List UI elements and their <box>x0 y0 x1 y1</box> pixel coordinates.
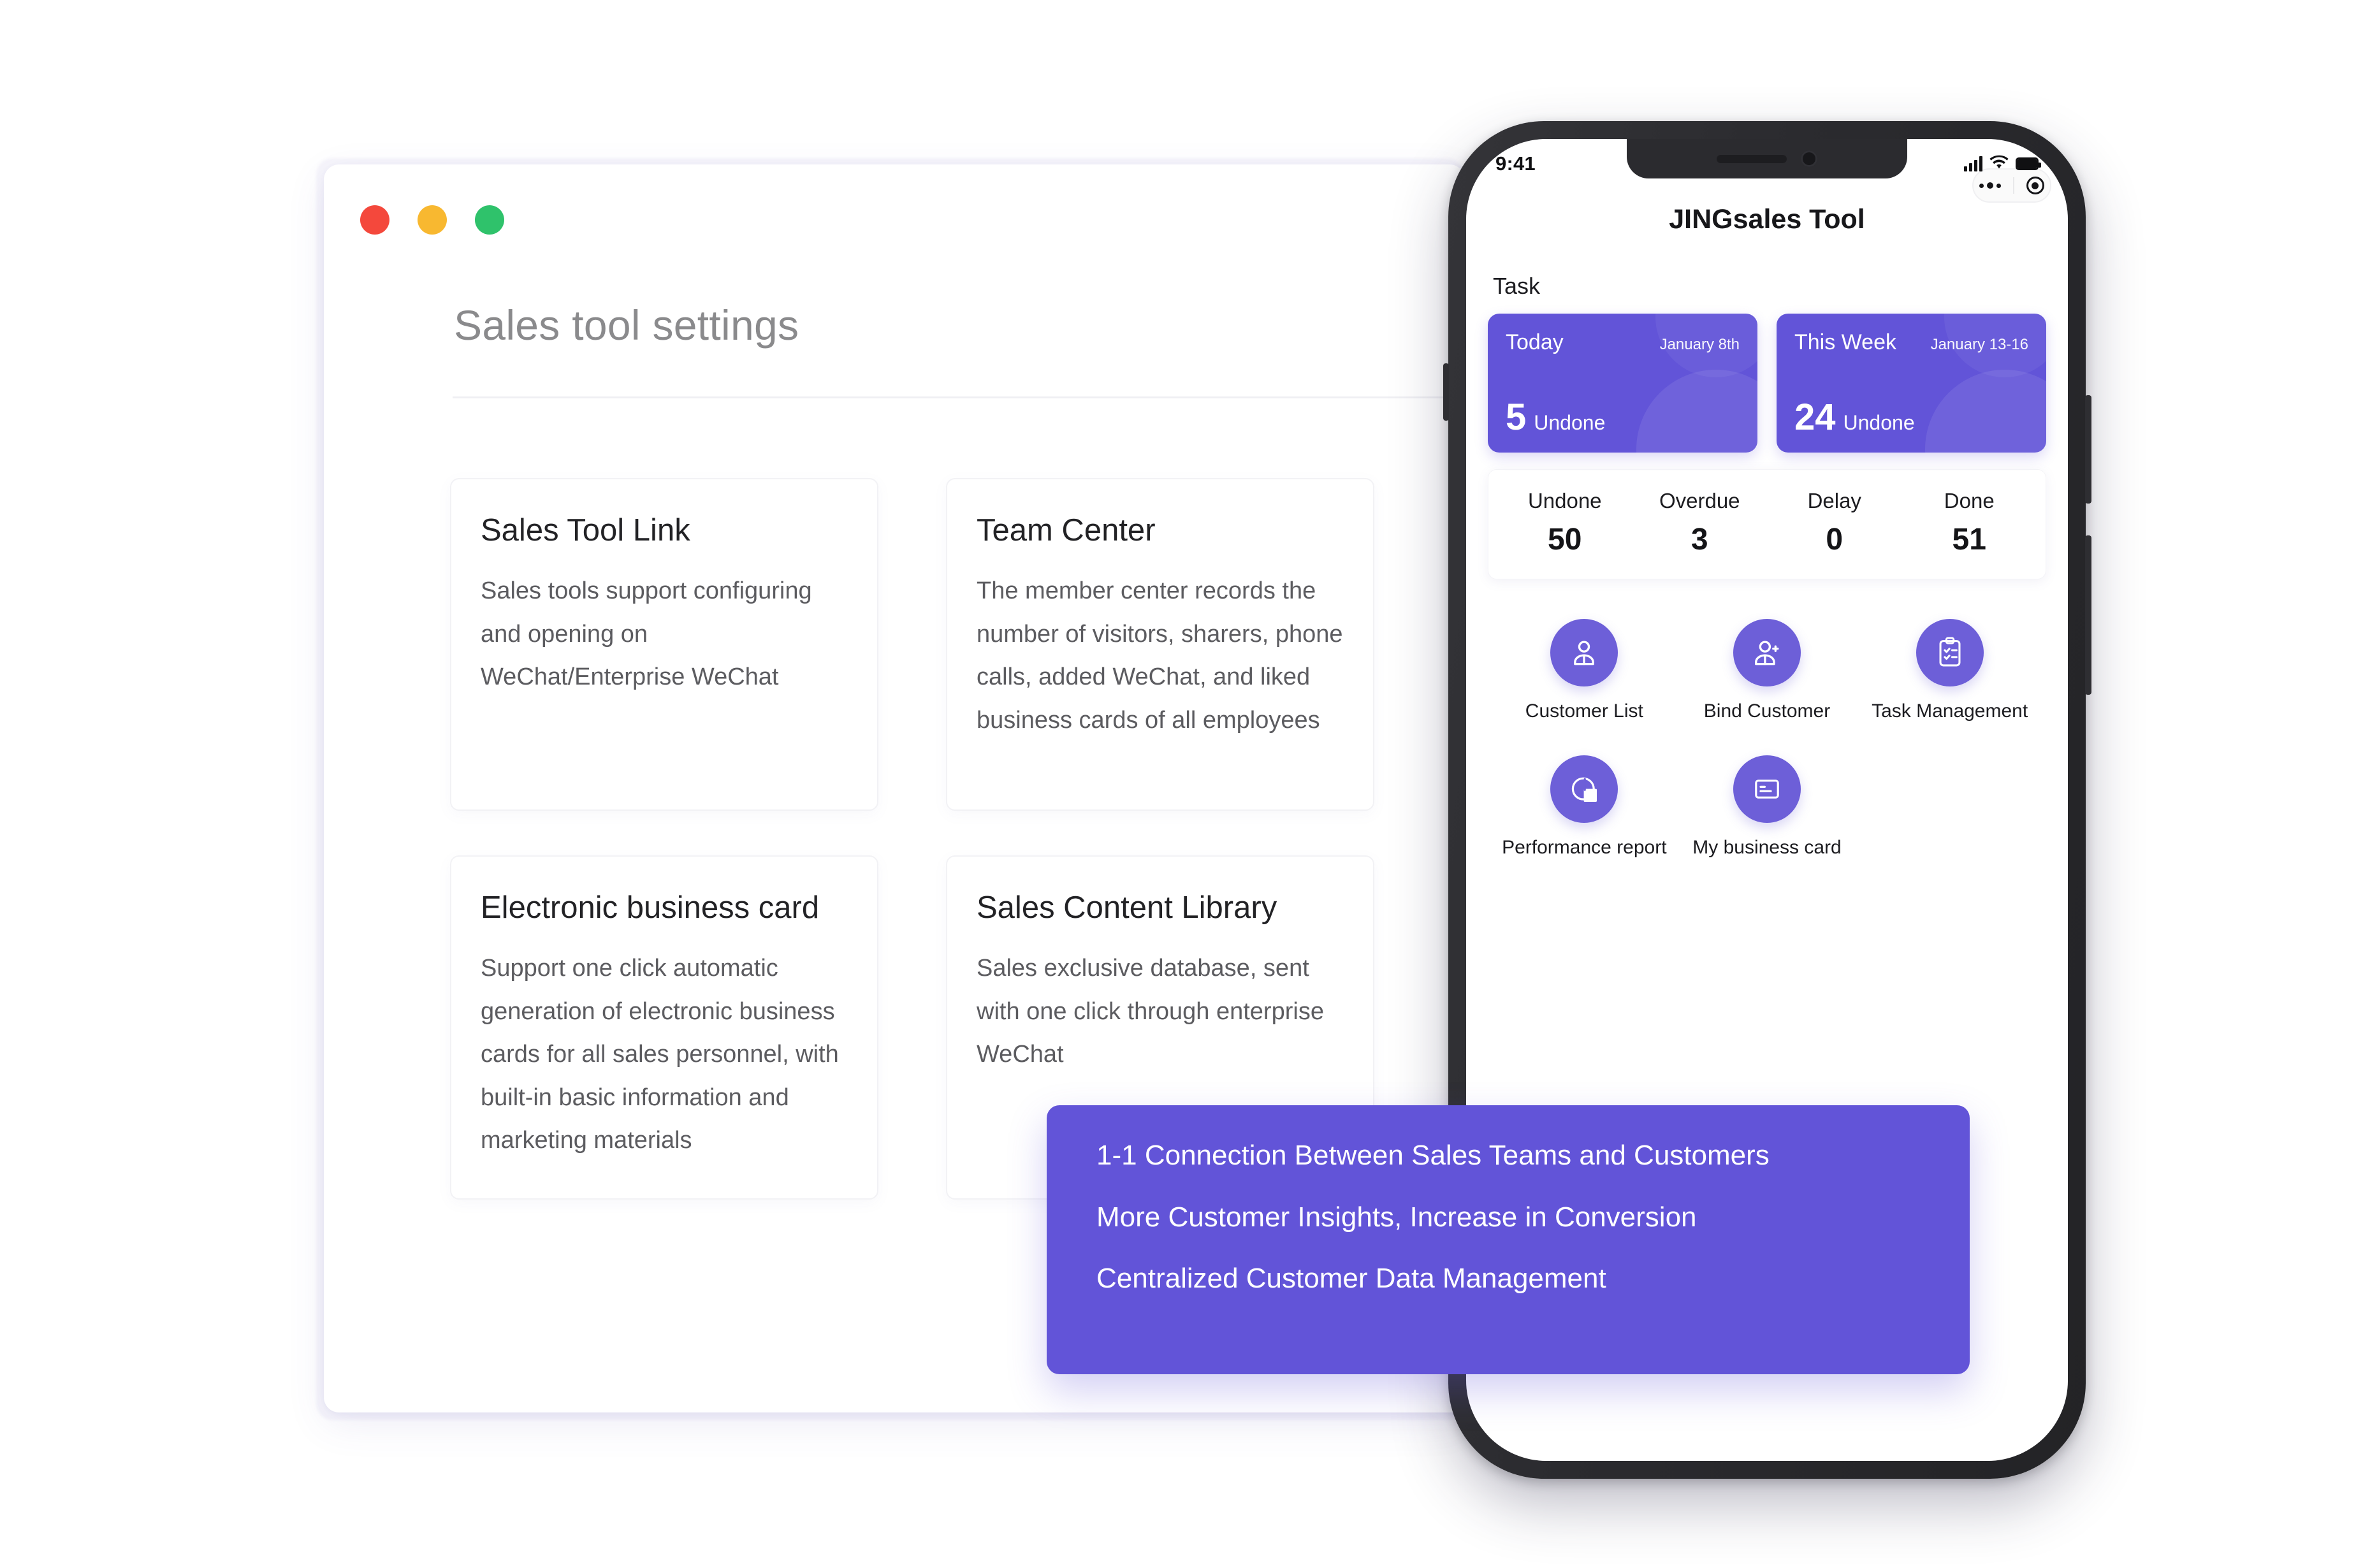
phone-mute-switch[interactable] <box>1443 363 1449 421</box>
phone-notch <box>1627 139 1907 178</box>
task-card-today[interactable]: Today January 8th 5 Undone <box>1488 314 1757 453</box>
stat-value: 0 <box>1826 523 1843 556</box>
task-card-this-week[interactable]: This Week January 13-16 24 Undone <box>1777 314 2046 453</box>
feature-card-grid: Sales Tool Link Sales tools support conf… <box>450 478 1374 1200</box>
clipboard-check-icon <box>1916 619 1984 686</box>
stat-label: Done <box>1944 489 1995 512</box>
screenshot-stage: Sales tool settings Sales Tool Link Sale… <box>0 0 2356 1568</box>
feature-card-body: Support one click automatic generation o… <box>481 954 839 1154</box>
stat-value: 50 <box>1548 523 1582 556</box>
app-shortcut-performance-report[interactable]: Performance report <box>1493 755 1676 859</box>
app-shortcut-bind-customer[interactable]: Bind Customer <box>1676 619 1859 722</box>
feature-card-title: Team Center <box>977 513 1156 548</box>
pie-chart-icon <box>1550 755 1618 823</box>
stat-label: Overdue <box>1659 489 1740 512</box>
app-shortcut-label: Task Management <box>1872 701 2028 722</box>
app-shortcut-grid: Customer List Bind Customer Task Managem… <box>1488 619 2046 859</box>
user-icon <box>1550 619 1618 686</box>
app-shortcut-label: My business card <box>1692 837 1842 858</box>
stat-label: Delay <box>1807 489 1861 512</box>
task-card-footer: 5 Undone <box>1506 399 1605 436</box>
task-card-row: Today January 8th 5 Undone This Week Jan… <box>1488 314 2046 453</box>
stat-done[interactable]: Done 51 <box>1902 489 2037 557</box>
task-section-label: Task <box>1493 273 1541 299</box>
callout-line-3: Centralized Customer Data Management <box>1096 1263 1606 1295</box>
title-divider <box>453 396 1447 398</box>
app-shortcut-label: Bind Customer <box>1703 701 1831 722</box>
stat-value: 3 <box>1691 523 1708 556</box>
task-card-count: 5 <box>1506 396 1527 438</box>
feature-card-sales-tool-link[interactable]: Sales Tool Link Sales tools support conf… <box>450 478 878 811</box>
task-card-name: This Week <box>1794 330 1896 354</box>
status-bar-icons <box>1964 155 2041 173</box>
battery-icon <box>2016 157 2041 170</box>
app-shortcut-row-1: Customer List Bind Customer Task Managem… <box>1493 619 2041 722</box>
user-add-icon <box>1733 619 1801 686</box>
task-card-header: Today January 8th <box>1506 330 1740 355</box>
callout-line-1: 1-1 Connection Between Sales Teams and C… <box>1096 1140 1770 1171</box>
app-shortcut-empty-slot <box>1858 755 2041 859</box>
wifi-icon <box>1989 155 2009 173</box>
app-shortcut-row-2: Performance report My business card <box>1493 755 2041 859</box>
feature-card-title: Sales Tool Link <box>481 513 690 548</box>
callout-line-2: More Customer Insights, Increase in Conv… <box>1096 1201 1697 1233</box>
task-card-footer: 24 Undone <box>1794 399 1915 436</box>
status-bar-time: 9:41 <box>1495 152 1536 175</box>
feature-card-title: Electronic business card <box>481 890 820 925</box>
feature-card-body: Sales exclusive database, sent with one … <box>977 954 1324 1068</box>
task-card-name: Today <box>1506 330 1564 354</box>
stat-value: 51 <box>1952 523 1986 556</box>
app-shortcut-label: Performance report <box>1502 837 1667 858</box>
card-row-spacer <box>450 811 1374 855</box>
value-proposition-callout: 1-1 Connection Between Sales Teams and C… <box>1047 1105 1970 1374</box>
phone-volume-button[interactable] <box>2085 395 2091 504</box>
stat-overdue[interactable]: Overdue 3 <box>1632 489 1768 557</box>
task-card-unit: Undone <box>1843 411 1915 434</box>
task-stats-card: Undone 50 Overdue 3 Delay 0 Done 51 <box>1488 469 2046 579</box>
task-card-count: 24 <box>1794 396 1836 438</box>
stat-label: Undone <box>1527 489 1602 512</box>
minimize-window-icon[interactable] <box>418 205 447 235</box>
maximize-window-icon[interactable] <box>475 205 504 235</box>
app-shortcut-task-management[interactable]: Task Management <box>1858 619 2041 722</box>
stat-undone[interactable]: Undone 50 <box>1497 489 1632 557</box>
task-card-header: This Week January 13-16 <box>1794 330 2028 355</box>
app-shortcut-my-business-card[interactable]: My business card <box>1676 755 1859 859</box>
app-content: Task Today January 8th 5 Undone This Wee… <box>1466 250 2068 859</box>
app-navigation-bar: JINGsales Tool <box>1466 189 2068 250</box>
app-title: JINGsales Tool <box>1669 203 1865 235</box>
feature-card-electronic-business-card[interactable]: Electronic business card Support one cli… <box>450 855 878 1200</box>
app-shortcut-customer-list[interactable]: Customer List <box>1493 619 1676 722</box>
page-title: Sales tool settings <box>454 301 799 349</box>
front-camera-icon <box>1801 150 1817 167</box>
window-traffic-lights <box>360 205 504 235</box>
stat-delay[interactable]: Delay 0 <box>1767 489 1902 557</box>
earpiece-speaker-icon <box>1717 154 1787 163</box>
phone-power-button[interactable] <box>2085 535 2091 695</box>
card-icon <box>1733 755 1801 823</box>
feature-card-body: The member center records the number of … <box>977 577 1343 734</box>
feature-card-title: Sales Content Library <box>977 890 1277 925</box>
task-card-date: January 13-16 <box>1930 336 2028 353</box>
close-window-icon[interactable] <box>360 205 389 235</box>
app-shortcut-label: Customer List <box>1525 701 1643 722</box>
task-card-date: January 8th <box>1659 336 1740 353</box>
feature-card-body: Sales tools support configuring and open… <box>481 577 812 691</box>
task-card-unit: Undone <box>1534 411 1606 434</box>
feature-card-row-1: Sales Tool Link Sales tools support conf… <box>450 478 1374 811</box>
signal-bars-icon <box>1964 156 1982 171</box>
feature-card-team-center[interactable]: Team Center The member center records th… <box>946 478 1374 811</box>
